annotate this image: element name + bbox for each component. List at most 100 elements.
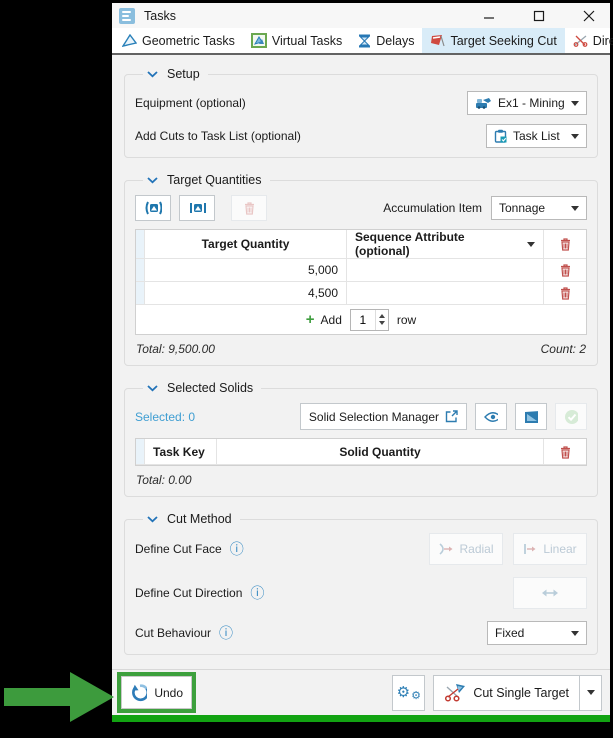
sequence-attribute-cell[interactable] (347, 282, 544, 305)
row-selector[interactable] (136, 259, 145, 282)
sequence-attribute-column-header[interactable]: Sequence Attribute (optional) (347, 230, 544, 259)
solid-selection-manager-button[interactable]: Solid Selection Manager (299, 403, 467, 430)
table-header-row: Task Key Solid Quantity (136, 439, 586, 465)
delete-column-header[interactable] (544, 230, 586, 259)
direct-cut-icon (573, 35, 588, 47)
info-icon[interactable]: ⓘ (230, 542, 244, 556)
chevron-down-icon[interactable] (527, 241, 535, 247)
delete-row-button[interactable] (544, 259, 586, 282)
settings-button[interactable]: ⚙ ⚙ (392, 674, 426, 711)
equipment-label: Equipment (optional) (135, 96, 246, 110)
tab-direct-cut[interactable]: Direct Cut (565, 28, 613, 53)
trash-icon (560, 287, 570, 300)
radial-icon (439, 543, 453, 555)
solid-quantity-column-header[interactable]: Solid Quantity (217, 439, 544, 465)
row-selector-header (136, 230, 145, 259)
target-quantities-table: Target Quantity Sequence Attribute (opti… (135, 229, 587, 335)
add-solid-selection-button[interactable] (135, 195, 171, 221)
confirm-selection-button (555, 403, 587, 430)
target-quantity-cell[interactable]: 4,500 (145, 282, 347, 305)
undo-icon (132, 683, 148, 701)
excavator-icon (476, 98, 491, 109)
undo-highlight-box: Undo (117, 672, 196, 713)
cut-single-target-label: Cut Single Target (473, 685, 569, 700)
chevron-down-icon[interactable] (147, 176, 158, 184)
undo-button[interactable]: Undo (121, 676, 192, 709)
tab-virtual-tasks[interactable]: Virtual Tasks (243, 28, 350, 53)
table-row: 4,500 (136, 282, 586, 305)
equipment-select[interactable]: Ex1 - Mining (467, 91, 587, 115)
target-seeking-cut-icon (431, 35, 446, 47)
cut-behaviour-value: Fixed (495, 626, 525, 640)
undo-label: Undo (154, 685, 183, 700)
geometric-tasks-icon (122, 34, 137, 47)
linear-label: Linear (543, 542, 577, 556)
selected-solids-group: Selected Solids Selected: 0 Solid Select… (124, 381, 598, 497)
cut-options-dropdown[interactable] (580, 674, 602, 711)
solid-selection-manager-label: Solid Selection Manager (308, 409, 439, 424)
tab-target-seeking-cut[interactable]: Target Seeking Cut (422, 28, 565, 53)
selected-solids-total: Total: 0.00 (136, 473, 192, 487)
tab-geometric-tasks[interactable]: Geometric Tasks (114, 28, 243, 53)
delete-column-header[interactable] (544, 439, 586, 465)
chevron-down-icon (571, 205, 579, 211)
target-quantities-title: Target Quantities (167, 173, 262, 187)
tab-bar: Geometric Tasks Virtual Tasks Delays Tar… (112, 28, 613, 55)
radial-button: Radial (429, 533, 503, 565)
add-row-count-input[interactable] (350, 309, 375, 330)
close-icon[interactable] (582, 9, 596, 23)
cut-behaviour-select[interactable]: Fixed (487, 621, 587, 645)
virtual-tasks-icon (250, 33, 267, 48)
chevron-down-icon[interactable] (147, 515, 158, 523)
selected-count-label: Selected: 0 (135, 409, 196, 424)
minimize-icon[interactable] (482, 9, 496, 23)
add-row-button[interactable]: Add (321, 313, 342, 327)
add-visible-solids-button[interactable] (179, 195, 215, 221)
cut-behaviour-label: Cut Behaviour (135, 626, 212, 640)
chevron-down-icon (571, 630, 579, 636)
cut-method-group: Cut Method Define Cut Face ⓘ Radial Line… (124, 512, 598, 655)
linear-button: Linear (513, 533, 587, 565)
trash-icon (560, 264, 570, 277)
tasks-app-icon (119, 7, 135, 24)
footer-bar: Undo ⚙ ⚙ Cut Single Target (112, 669, 610, 715)
delete-row-button[interactable] (544, 282, 586, 305)
trash-icon (560, 238, 570, 251)
cut-method-title: Cut Method (167, 512, 232, 526)
task-key-column-header[interactable]: Task Key (145, 439, 217, 465)
hourglass-icon (359, 34, 371, 47)
add-visible-solids-icon (190, 203, 206, 213)
maximize-icon[interactable] (532, 9, 546, 23)
sequence-attribute-cell[interactable] (347, 259, 544, 282)
add-cuts-label: Add Cuts to Task List (optional) (135, 129, 301, 143)
target-quantities-total: Total: 9,500.00 (136, 342, 215, 356)
info-icon[interactable]: ⓘ (219, 626, 233, 640)
spin-down-icon[interactable] (378, 321, 385, 325)
chevron-down-icon[interactable] (147, 70, 158, 78)
cut-single-target-button[interactable]: Cut Single Target (433, 674, 580, 711)
add-row-count-stepper[interactable] (349, 308, 389, 331)
accumulation-item-select[interactable]: Tonnage (491, 196, 587, 220)
chevron-down-icon[interactable] (147, 384, 158, 392)
setup-group: Setup Equipment (optional) Ex1 - Mining … (124, 67, 598, 158)
delete-all-button (231, 195, 267, 221)
show-solids-button[interactable] (475, 403, 507, 430)
chevron-down-icon (571, 100, 579, 106)
tab-delays[interactable]: Delays (350, 28, 422, 53)
trash-icon (244, 202, 254, 215)
row-selector[interactable] (136, 282, 145, 305)
spin-up-icon[interactable] (378, 314, 385, 318)
info-icon[interactable]: ⓘ (250, 586, 264, 600)
table-row: 5,000 (136, 259, 586, 282)
target-quantity-column-header[interactable]: Target Quantity (145, 230, 347, 259)
task-list-value: Task List (513, 129, 560, 143)
task-list-select[interactable]: Task List (486, 124, 587, 148)
tab-label: Delays (376, 33, 415, 48)
green-underline-bar (112, 715, 610, 722)
content-area: Setup Equipment (optional) Ex1 - Mining … (112, 55, 610, 669)
target-quantity-cell[interactable]: 5,000 (145, 259, 347, 282)
chevron-down-icon (571, 133, 579, 139)
solid-view-button[interactable] (515, 403, 547, 430)
accumulation-item-value: Tonnage (499, 201, 546, 215)
define-cut-direction-label: Define Cut Direction (135, 586, 243, 600)
